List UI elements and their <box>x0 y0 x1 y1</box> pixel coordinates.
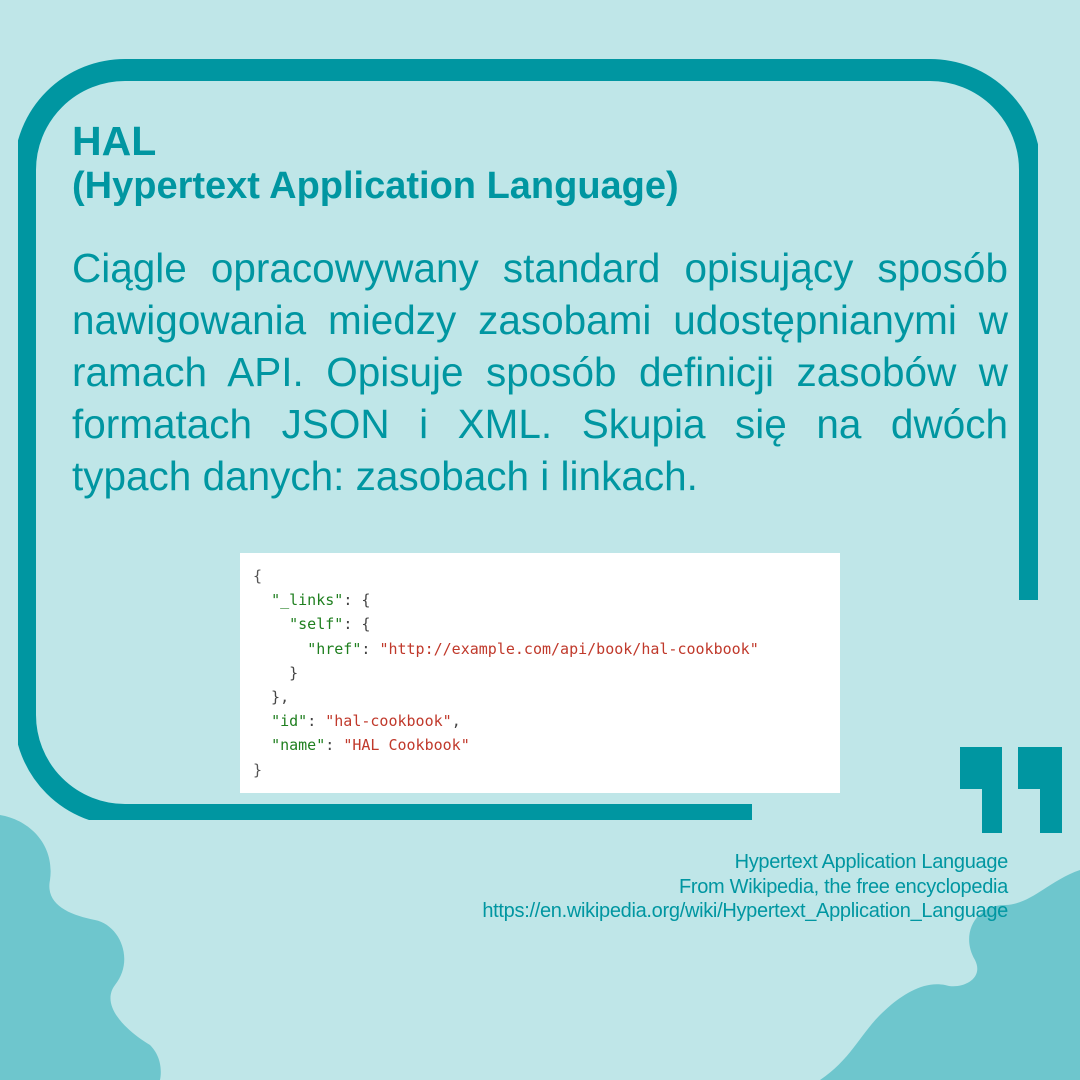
source-title: Hypertext Application Language <box>734 851 1009 873</box>
title-block: HAL (Hypertext Application Language) <box>72 118 1012 208</box>
json-code: { "_links": { "self": { "href": "http://… <box>253 567 759 779</box>
page-title: HAL <box>72 118 157 164</box>
subtitle-part: anguage) <box>509 165 679 207</box>
subtitle-part: ypertext <box>112 165 270 207</box>
code-key: "self" <box>289 615 344 634</box>
subtitle-part: pplication <box>296 165 487 207</box>
page-subtitle: (Hypertext Application Language) <box>72 164 1012 208</box>
code-brace: { <box>253 567 263 585</box>
code-key: "id" <box>271 712 308 731</box>
code-example-image: { "_links": { "self": { "href": "http://… <box>240 553 840 793</box>
code-key: "href" <box>307 639 362 658</box>
code-key: "name" <box>271 736 326 755</box>
subtitle-part: ( <box>72 165 85 207</box>
closing-quote-icon <box>960 747 1062 833</box>
code-brace: } <box>253 760 263 779</box>
subtitle-initial: A <box>269 165 297 207</box>
source-credits: Hypertext Application Language From Wiki… <box>482 850 1008 924</box>
source-url: https://en.wikipedia.org/wiki/Hypertext_… <box>482 900 1008 922</box>
code-string: "hal-cookbook" <box>325 712 452 731</box>
code-string: "HAL Cookbook" <box>343 736 470 755</box>
code-key: "_links" <box>271 591 344 610</box>
source-site: From Wikipedia, the free encyclopedia <box>678 875 1008 898</box>
subtitle-initial: H <box>84 165 113 207</box>
code-string: "http://example.com/api/book/hal-cookboo… <box>379 639 759 658</box>
description-text: Ciągle opracowywany standard opisujący s… <box>72 245 1008 499</box>
blob-dot <box>84 934 96 946</box>
subtitle-initial: L <box>486 165 510 207</box>
blob-left <box>0 815 161 1080</box>
